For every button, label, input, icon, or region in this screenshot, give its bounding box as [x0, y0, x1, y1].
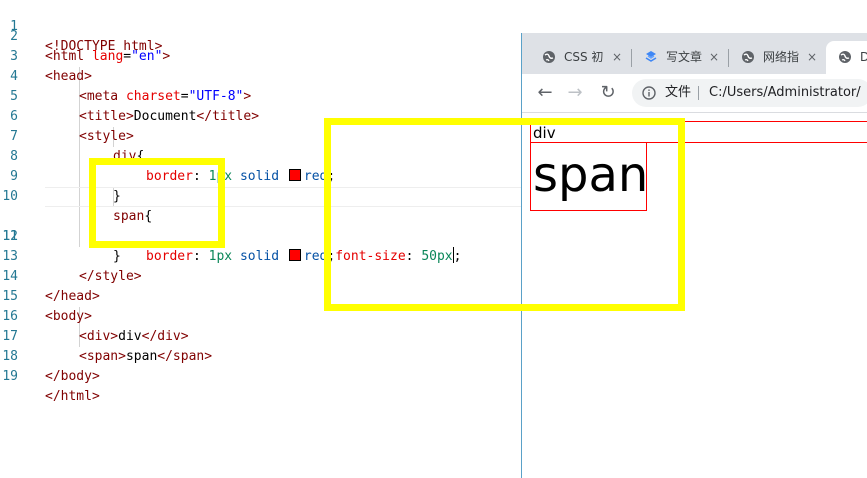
close-icon[interactable]: ×: [612, 41, 622, 74]
reload-button[interactable]: ↻: [597, 82, 619, 104]
browser-tab-active[interactable]: D: [826, 41, 867, 74]
forward-button[interactable]: →: [564, 82, 586, 104]
file-label: 文件: [665, 85, 692, 100]
back-button[interactable]: ←: [534, 82, 556, 104]
code-token: </html>: [45, 389, 100, 404]
code-line[interactable]: 5 <title>Document</title>: [0, 67, 521, 124]
globe-icon: [742, 51, 754, 63]
tab-title: D: [860, 50, 867, 64]
highlight-box-span-result: [324, 118, 685, 311]
address-bar[interactable]: 文件 C:/Users/Administrator/: [632, 79, 867, 107]
omnibox-separator: [698, 86, 699, 100]
tab-title: 写文章: [666, 50, 703, 64]
code-line[interactable]: 19 </html>: [0, 347, 521, 404]
close-icon[interactable]: ×: [807, 41, 817, 74]
code-line[interactable]: 18 </body>: [0, 327, 521, 384]
code-token: </body>: [45, 369, 100, 384]
line-number: 19: [2, 369, 18, 384]
close-icon[interactable]: ×: [709, 41, 719, 74]
browser-tab[interactable]: CSS 初 ×: [530, 41, 630, 74]
globe-icon: [543, 51, 555, 63]
tab-title: 网络指: [763, 50, 800, 64]
tab-title: CSS 初: [564, 50, 604, 64]
globe-icon: [839, 51, 851, 63]
browser-tab[interactable]: 写文章 ×: [632, 41, 727, 74]
highlight-box-span-selector: [89, 158, 225, 248]
code-line[interactable]: 6 <style>: [0, 87, 521, 144]
url-text[interactable]: C:/Users/Administrator/: [709, 79, 861, 107]
info-icon[interactable]: [642, 86, 656, 100]
tab-strip: CSS 初 × 写文章 × 网络指 × D: [522, 33, 867, 74]
code-line[interactable]: 2 <html lang="en">: [0, 7, 521, 64]
csdn-icon: [645, 51, 657, 62]
code-line[interactable]: 3 <head>: [0, 27, 521, 84]
browser-toolbar: ← → ↻ 文件 C:/Users/Administrator/: [522, 74, 867, 113]
code-line[interactable]: 4 <meta charset="UTF-8">: [0, 47, 521, 104]
browser-tab[interactable]: 网络指 ×: [729, 41, 825, 74]
